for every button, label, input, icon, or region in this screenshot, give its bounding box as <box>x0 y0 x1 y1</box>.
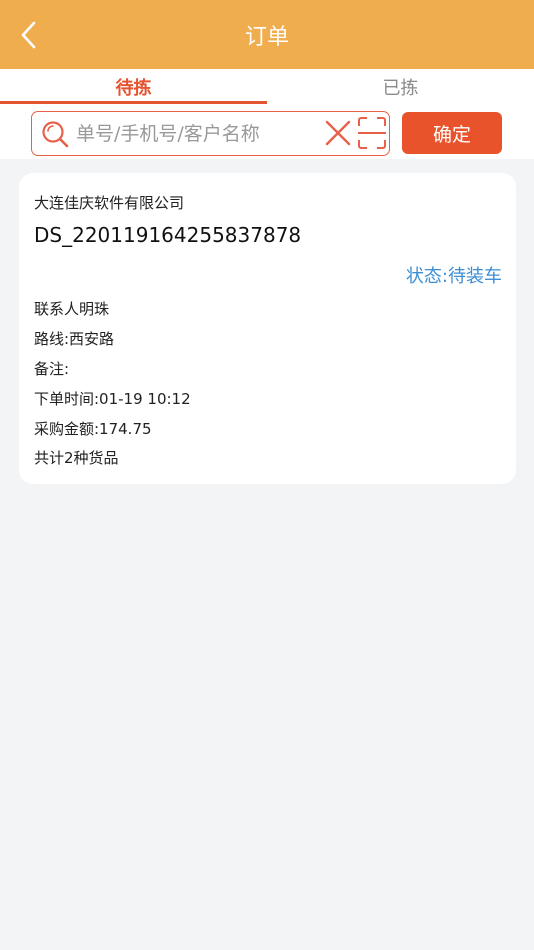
search-icon <box>42 120 69 147</box>
order-card[interactable]: 大连佳庆软件有限公司 DS_220119164255837878 状态:待装车 … <box>19 173 516 484</box>
app-header: 订单 <box>0 0 534 69</box>
contact-field: 联系人明珠 <box>34 300 110 318</box>
close-icon[interactable] <box>324 119 352 147</box>
chevron-left-icon <box>21 21 36 49</box>
status-badge: 状态:待装车 <box>405 266 502 287</box>
order-time-field: 下单时间:01-19 10:12 <box>34 390 191 408</box>
search-bar: 确定 <box>0 104 534 159</box>
scan-icon[interactable] <box>357 116 387 150</box>
route-field: 路线:西安路 <box>34 330 115 348</box>
confirm-button[interactable]: 确定 <box>402 112 502 154</box>
order-number: DS_220119164255837878 <box>34 223 302 247</box>
back-button[interactable] <box>14 20 44 50</box>
amount-field: 采购金额:174.75 <box>34 420 152 438</box>
tab-picked[interactable]: 已拣 <box>267 69 534 104</box>
page-title: 订单 <box>244 24 289 50</box>
search-input[interactable] <box>76 122 316 145</box>
tab-bar: 待拣 已拣 <box>0 69 534 104</box>
company-name: 大连佳庆软件有限公司 <box>34 194 185 212</box>
search-box <box>31 111 390 156</box>
note-field: 备注: <box>34 360 70 378</box>
items-count-field: 共计2种货品 <box>34 449 119 467</box>
tab-pending-pick[interactable]: 待拣 <box>0 69 267 104</box>
